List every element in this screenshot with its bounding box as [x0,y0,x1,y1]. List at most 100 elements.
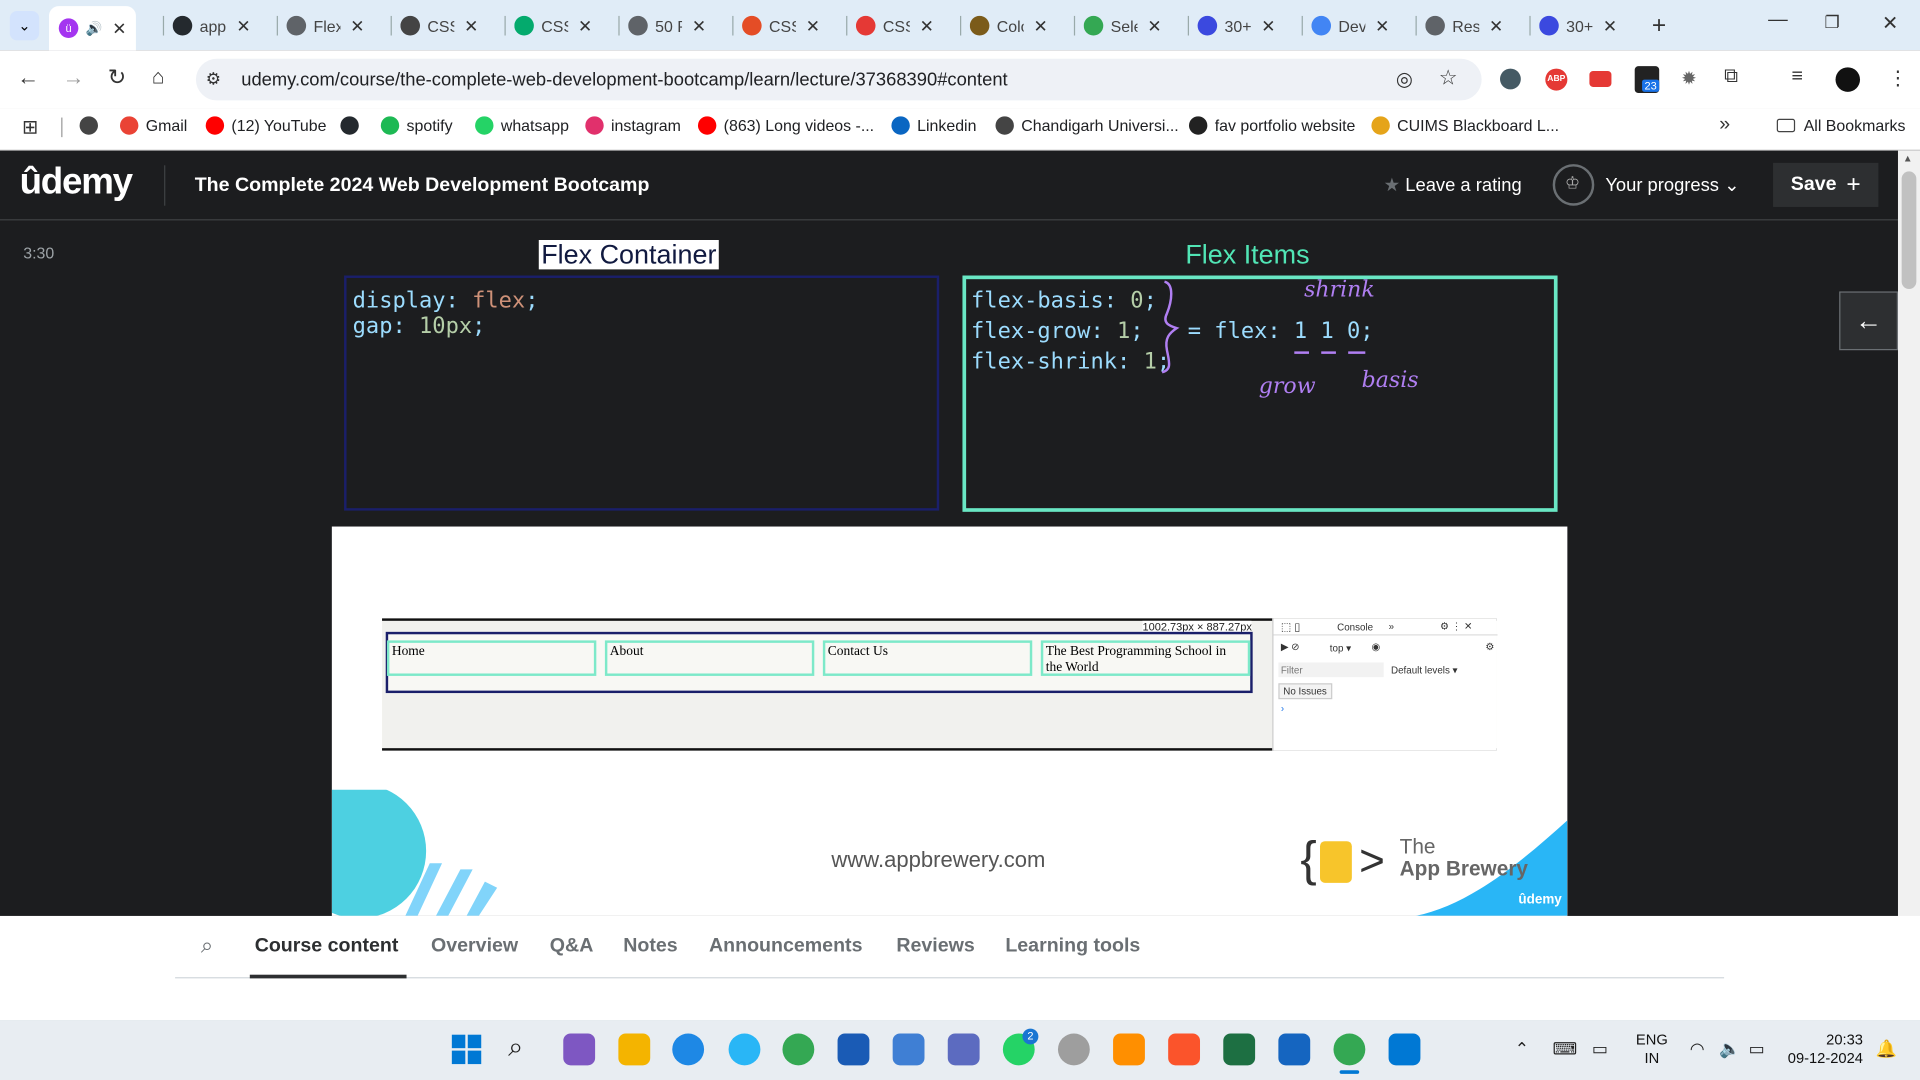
course-tab-learning-tools[interactable]: Learning tools [1005,936,1140,958]
vlc-icon[interactable] [1113,1033,1145,1066]
leave-rating-button[interactable]: ★ Leave a rating [1384,174,1522,196]
trophy-progress-icon[interactable]: ♔ [1552,164,1595,206]
chrome-web-store-icon[interactable] [79,116,106,135]
course-tab-course-content[interactable]: Course content [255,936,399,958]
bookmark-item[interactable]: spotify [380,116,453,135]
browser-tab[interactable]: CSS ✕ [400,10,478,42]
notepad-icon[interactable] [892,1033,925,1066]
scroll-up-arrow[interactable]: ▲ [1903,153,1913,164]
close-tab-icon[interactable]: ✕ [920,15,934,36]
site-info-icon[interactable]: ⚙ [206,69,221,90]
bookmark-star-icon[interactable]: ☆ [1439,66,1458,90]
bookmark-item[interactable]: fav portfolio website [1188,116,1355,135]
close-tab-icon[interactable]: ✕ [112,18,126,39]
close-tab-icon[interactable]: ✕ [692,15,706,36]
bookmark-item[interactable]: (12) YouTube [205,116,326,135]
language-indicator[interactable]: ENG IN [1636,1031,1668,1068]
close-window-button[interactable]: ✕ [1882,11,1898,35]
whatsapp-business-icon[interactable] [1057,1033,1090,1066]
close-tab-icon[interactable]: ✕ [806,15,820,36]
word-icon[interactable] [837,1033,870,1066]
close-tab-icon[interactable]: ✕ [1489,15,1503,36]
profile-avatar[interactable] [1835,67,1861,92]
course-tab-reviews[interactable]: Reviews [896,936,974,958]
keyboard-icon[interactable]: ⌨ [1553,1038,1578,1059]
more-bookmarks-chevron[interactable]: » [1719,114,1730,136]
bookmark-item[interactable]: instagram [585,116,681,135]
restore-button[interactable]: ❐ [1825,12,1840,33]
back-button[interactable]: ← [17,65,39,91]
browser-tab[interactable]: Flex ✕ [286,10,365,42]
browser-tab[interactable]: Colo ✕ [969,10,1048,42]
youtube-ext-icon[interactable] [1589,71,1612,87]
all-bookmarks-folder[interactable]: All Bookmarks [1776,116,1905,135]
url-text[interactable]: udemy.com/course/the-complete-web-develo… [241,70,1007,91]
help-icon[interactable] [728,1033,761,1066]
scrollbar-thumb[interactable] [1901,171,1917,289]
browser-tab[interactable]: 30+ ✕ [1197,10,1276,42]
course-tab-overview[interactable]: Overview [431,936,518,958]
extension-cursor-icon[interactable] [1500,68,1521,90]
forward-button[interactable]: → [62,65,84,91]
bookmark-item[interactable]: Chandigarh Universi... [995,116,1179,135]
minimize-button[interactable]: — [1768,10,1788,32]
defender-icon[interactable] [1278,1033,1311,1066]
browser-tab[interactable]: CSS ✕ [855,10,934,42]
bookmark-item[interactable]: Gmail [120,116,187,135]
copilot-icon[interactable] [563,1033,596,1066]
close-tab-icon[interactable]: ✕ [1375,15,1389,36]
browser-tab[interactable]: Sele ✕ [1083,10,1162,42]
expand-sidebar-button[interactable]: ← [1839,291,1898,351]
brave-icon[interactable] [1168,1033,1201,1066]
browser-tab[interactable]: CSS ✕ [742,10,820,42]
bookmark-item[interactable] [340,116,366,135]
close-tab-icon[interactable]: ✕ [236,15,250,36]
close-tab-icon[interactable]: ✕ [1147,15,1161,36]
bookmark-item[interactable]: Linkedin [891,116,976,135]
extensions-icon[interactable]: ⧉ [1724,66,1738,88]
browser-tab[interactable]: Dev ✕ [1311,10,1389,42]
start-button[interactable] [451,1034,482,1065]
chrome-active-icon[interactable] [1333,1033,1366,1066]
wifi-icon[interactable]: ◠ [1690,1038,1705,1059]
browser-tab[interactable]: app ✕ [172,10,251,42]
media-control-icon[interactable]: ≡ [1791,66,1802,88]
bookmark-item[interactable]: whatsapp [475,116,569,135]
close-tab-icon[interactable]: ✕ [464,15,478,36]
close-tab-icon[interactable]: ✕ [1033,15,1047,36]
close-tab-icon[interactable]: ✕ [1603,15,1617,36]
eye-off-icon[interactable]: ◎ [1396,67,1413,91]
volume-icon[interactable]: 🔈 [1719,1038,1740,1059]
notification-bell-icon[interactable]: 🔔 [1876,1038,1897,1059]
bookmark-item[interactable]: CUIMS Blackboard L... [1371,116,1559,135]
system-clock[interactable]: 20:33 09-12-2024 [1788,1031,1863,1068]
excel-icon[interactable] [1223,1033,1256,1066]
save-button[interactable]: Save + [1773,162,1879,207]
course-tab-q-a[interactable]: Q&A [550,936,594,958]
audio-icon[interactable]: 🔊 [86,20,103,36]
close-tab-icon[interactable]: ✕ [1261,15,1275,36]
reload-button[interactable]: ↻ [108,65,126,91]
udemy-logo[interactable]: ûdemy [20,162,134,204]
close-tab-icon[interactable]: ✕ [578,15,592,36]
new-tab-button[interactable]: + [1652,12,1666,40]
apps-grid-icon[interactable]: ⊞ [22,115,38,139]
vscode-icon[interactable] [1388,1033,1421,1066]
bookmark-item[interactable]: (863) Long videos -... [697,116,874,135]
course-tab-notes[interactable]: Notes [623,936,677,958]
file-explorer-icon[interactable] [618,1033,651,1066]
display-icon[interactable]: ▭ [1592,1038,1608,1059]
bug-icon[interactable]: ✹ [1681,67,1696,90]
taskbar-search-icon[interactable]: ⌕ [508,1031,523,1063]
course-tab-announcements[interactable]: Announcements [709,936,862,958]
your-progress-button[interactable]: Your progress ⌄ [1605,174,1739,196]
search-icon[interactable]: ⌕ [201,933,213,959]
browser-tab[interactable]: 50 P ✕ [628,10,706,42]
media-player-icon[interactable] [947,1033,980,1066]
course-title[interactable]: The Complete 2024 Web Development Bootca… [195,175,650,197]
tab-udemy-active[interactable]: ü 🔊 ✕ [48,6,137,51]
edge-icon[interactable] [672,1033,705,1066]
close-tab-icon[interactable]: ✕ [350,15,364,36]
browser-tab[interactable]: Resi ✕ [1425,10,1503,42]
tray-chevron-icon[interactable]: ⌃ [1515,1038,1529,1059]
